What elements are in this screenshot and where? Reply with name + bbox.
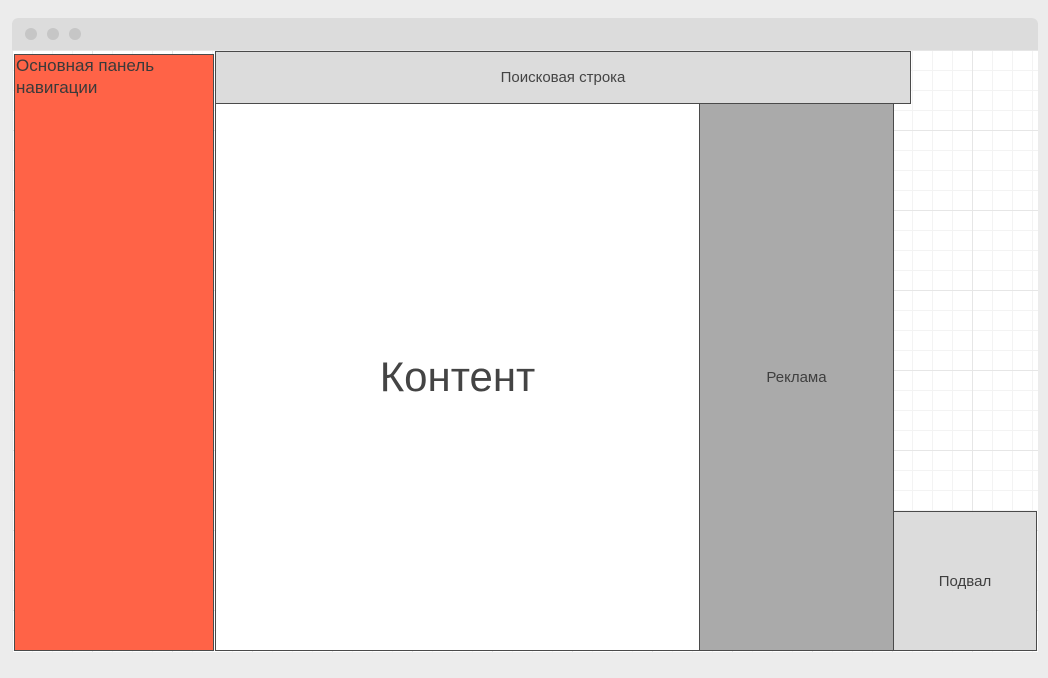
browser-window: Основная панель навигации Поисковая стро… bbox=[12, 18, 1038, 652]
search-bar-label: Поисковая строка bbox=[500, 69, 626, 86]
content-block[interactable]: Контент bbox=[215, 103, 700, 651]
nav-panel-block[interactable]: Основная панель навигации bbox=[14, 54, 214, 651]
window-maximize-dot-icon[interactable] bbox=[69, 28, 81, 40]
nav-panel-label: Основная панель навигации bbox=[16, 56, 155, 97]
ads-block[interactable]: Реклама bbox=[699, 103, 894, 651]
search-bar-block[interactable]: Поисковая строка bbox=[215, 51, 911, 104]
window-close-dot-icon[interactable] bbox=[25, 28, 37, 40]
footer-label: Подвал bbox=[938, 572, 992, 590]
diagram-canvas: Основная панель навигации Поисковая стро… bbox=[12, 50, 1038, 652]
content-label: Контент bbox=[379, 353, 536, 400]
ads-label: Реклама bbox=[766, 368, 827, 386]
window-minimize-dot-icon[interactable] bbox=[47, 28, 59, 40]
footer-block[interactable]: Подвал bbox=[893, 511, 1037, 651]
window-titlebar bbox=[12, 18, 1038, 50]
